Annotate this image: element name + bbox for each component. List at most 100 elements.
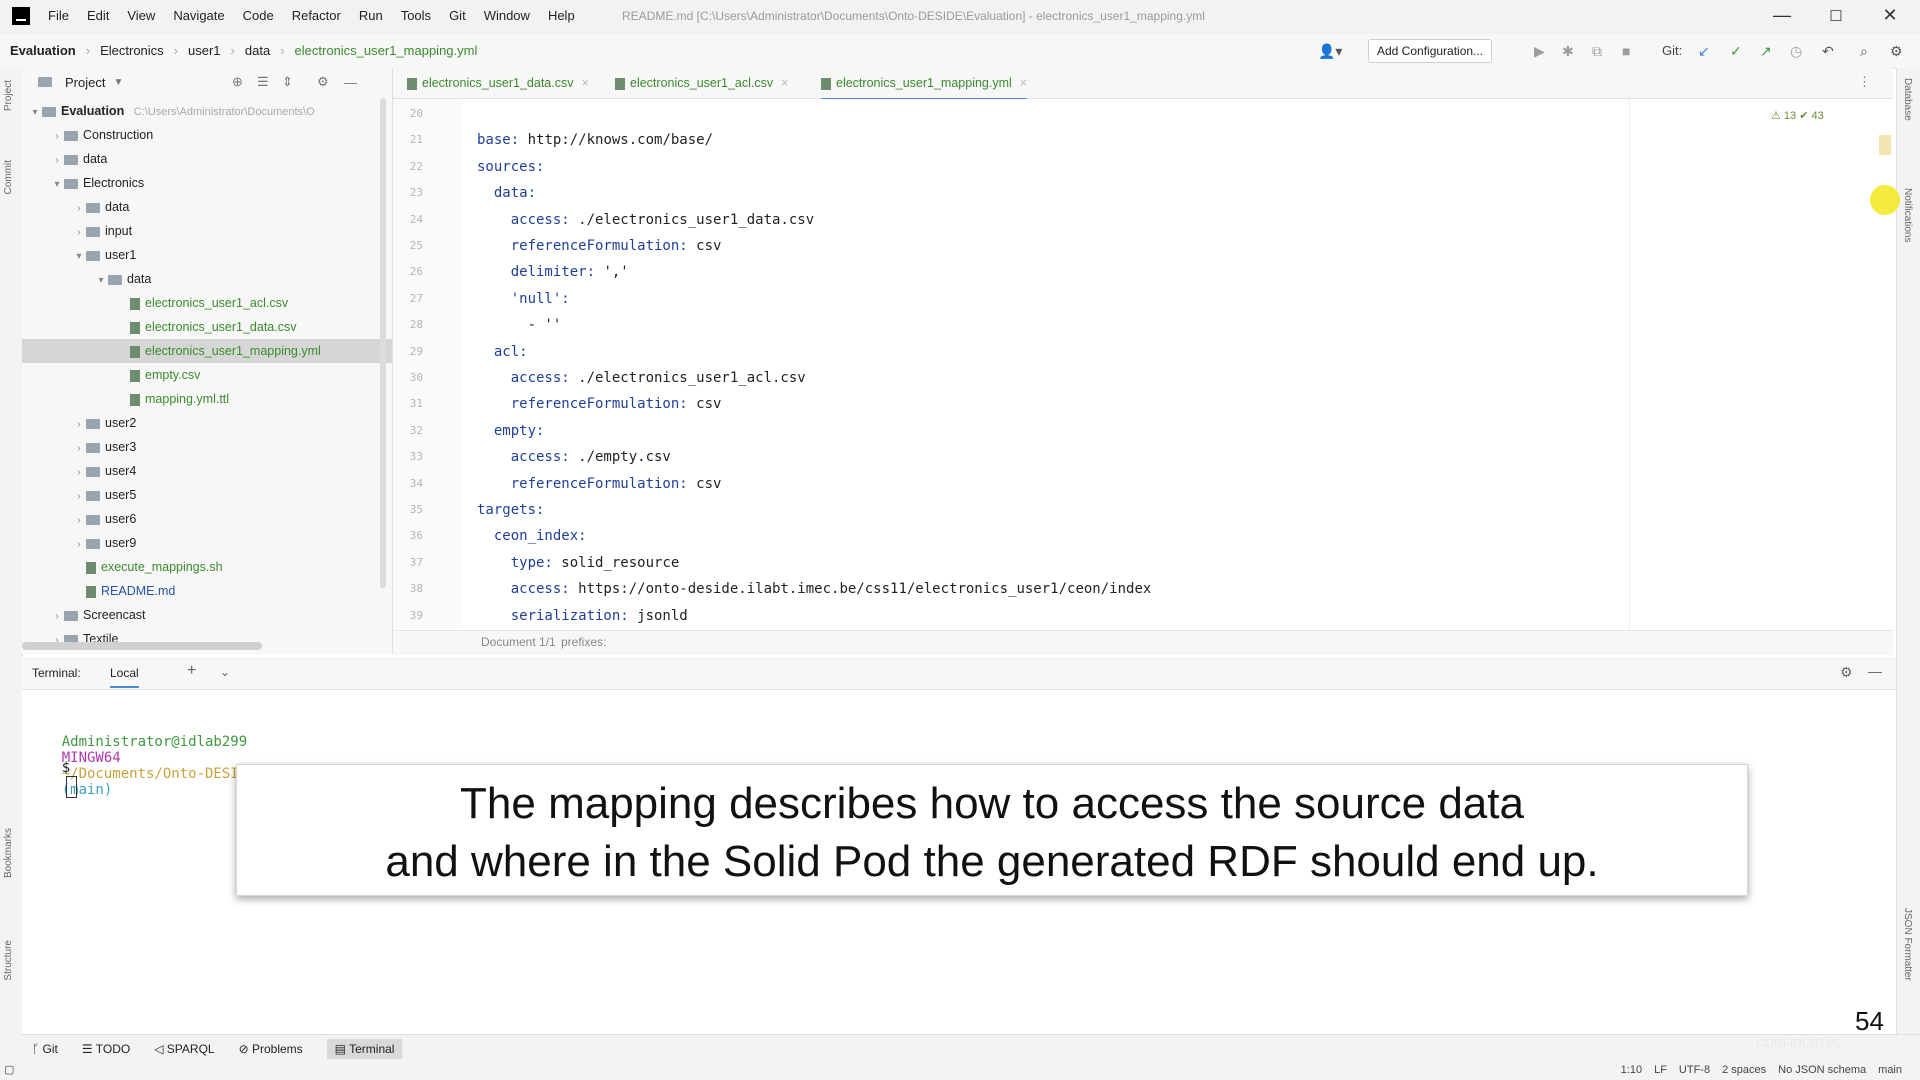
code-line[interactable]: serialization: jsonld xyxy=(477,603,688,629)
status-item[interactable]: No JSON schema xyxy=(1778,1064,1866,1076)
tree-file[interactable]: electronics_user1_acl.csv xyxy=(22,291,392,315)
expand-arrow-icon[interactable]: › xyxy=(72,437,86,461)
search-icon[interactable]: ⌕ xyxy=(1860,43,1868,60)
expand-arrow-icon[interactable]: › xyxy=(50,125,64,149)
settings-icon[interactable]: ⚙ xyxy=(1890,43,1903,60)
menu-item-git[interactable]: Git xyxy=(449,8,466,23)
code-line[interactable]: - '' xyxy=(477,312,562,338)
expand-arrow-icon[interactable]: ▾ xyxy=(94,269,108,293)
vertical-scrollbar[interactable] xyxy=(380,98,386,588)
code-line[interactable]: ceon_index: xyxy=(477,523,587,549)
stop-icon[interactable]: ■ xyxy=(1622,43,1630,59)
history-icon[interactable]: ◷ xyxy=(1790,43,1802,60)
code-line[interactable]: access: ./electronics_user1_acl.csv xyxy=(477,365,806,391)
database-toolwindow-label[interactable]: Database xyxy=(1902,78,1913,121)
expand-arrow-icon[interactable]: › xyxy=(72,413,86,437)
project-toolwindow-label[interactable]: Project xyxy=(3,80,14,111)
tree-file[interactable]: electronics_user1_mapping.yml xyxy=(22,339,392,363)
error-stripe-marker[interactable] xyxy=(1879,135,1891,155)
expand-arrow-icon[interactable]: › xyxy=(72,221,86,245)
gear-icon[interactable]: ⚙ xyxy=(317,74,329,90)
close-tab-icon[interactable]: × xyxy=(781,76,788,90)
maximize-button[interactable]: ☐ xyxy=(1816,7,1856,25)
tree-folder[interactable]: › user6 xyxy=(22,507,392,531)
minimize-button[interactable]: — xyxy=(1762,5,1802,26)
tree-folder[interactable]: › input xyxy=(22,219,392,245)
terminal-toolwindow-button[interactable]: ▤ Terminal xyxy=(326,1039,403,1059)
menu-item-file[interactable]: File xyxy=(48,8,69,23)
tree-folder[interactable]: › user9 xyxy=(22,531,392,557)
tree-file[interactable]: electronics_user1_data.csv xyxy=(22,315,392,339)
locate-icon[interactable]: ⊕ xyxy=(232,74,243,90)
debug-icon[interactable]: ✱ xyxy=(1562,43,1574,60)
menu-item-view[interactable]: View xyxy=(127,8,155,23)
close-tab-icon[interactable]: × xyxy=(581,76,588,90)
breadcrumb-item[interactable]: user1 xyxy=(188,43,221,58)
code-line[interactable]: sources: xyxy=(477,154,544,180)
menu-item-navigate[interactable]: Navigate xyxy=(173,8,224,23)
coverage-icon[interactable]: ⧉ xyxy=(1592,43,1602,60)
status-item[interactable]: UTF-8 xyxy=(1679,1064,1710,1076)
code-line[interactable]: acl: xyxy=(477,339,528,365)
expand-arrow-icon[interactable]: ▾ xyxy=(50,173,64,197)
menu-item-run[interactable]: Run xyxy=(359,8,383,23)
tree-file[interactable]: mapping.yml.ttl xyxy=(22,387,392,411)
add-session-icon[interactable]: + xyxy=(187,662,196,680)
tree-root[interactable]: ▾ Evaluation C:\Users\Administrator\Docum… xyxy=(22,99,392,123)
expand-arrow-icon[interactable]: › xyxy=(72,533,86,557)
menu-item-edit[interactable]: Edit xyxy=(87,8,109,23)
tree-folder[interactable]: › Screencast xyxy=(22,603,392,629)
tab-electronics-user1-mapping-yml[interactable]: electronics_user1_mapping.yml × xyxy=(821,68,1028,101)
structure-toolwindow-label[interactable]: Structure xyxy=(3,940,14,981)
code-line[interactable]: delimiter: ',' xyxy=(477,259,629,285)
problems-toolwindow-button[interactable]: ⊘ Problems xyxy=(239,1042,303,1056)
close-button[interactable]: ✕ xyxy=(1870,5,1910,26)
tree-folder[interactable]: › Construction xyxy=(22,123,392,149)
close-tab-icon[interactable]: × xyxy=(1020,76,1027,90)
code-line[interactable]: access: ./empty.csv xyxy=(477,444,671,470)
prefixes-crumb[interactable]: prefixes: xyxy=(561,635,606,649)
tree-folder[interactable]: › data xyxy=(22,147,392,171)
project-header-label[interactable]: Project xyxy=(65,75,105,90)
bookmarks-toolwindow-label[interactable]: Bookmarks xyxy=(3,828,14,878)
chevron-down-icon[interactable]: ⌄ xyxy=(220,665,230,679)
commit-toolwindow-label[interactable]: Commit xyxy=(3,160,14,194)
breadcrumb-item[interactable]: Evaluation xyxy=(10,43,76,58)
expand-arrow-icon[interactable]: › xyxy=(72,197,86,221)
code-line[interactable]: access: https://onto-deside.ilabt.imec.b… xyxy=(477,576,1152,602)
expand-arrow-icon[interactable]: › xyxy=(72,485,86,509)
git-push-icon[interactable]: ↗ xyxy=(1760,43,1772,60)
hide-panel-icon[interactable]: — xyxy=(1868,663,1882,679)
expand-arrow-icon[interactable]: › xyxy=(72,461,86,485)
tree-folder[interactable]: › user2 xyxy=(22,411,392,437)
code-line[interactable]: data: xyxy=(477,180,536,206)
terminal-input-line[interactable]: $ xyxy=(28,744,77,814)
sparql-toolwindow-button[interactable]: ◁ SPARQL xyxy=(154,1042,214,1056)
expand-arrow-icon[interactable]: › xyxy=(50,605,64,629)
git-update-icon[interactable]: ↙ xyxy=(1698,43,1710,60)
tree-folder[interactable]: ▾ user1 xyxy=(22,243,392,269)
expand-arrow-icon[interactable]: ▾ xyxy=(72,245,86,269)
chevron-down-icon[interactable]: ▼ xyxy=(113,77,123,88)
notifications-toolwindow-label[interactable]: Notifications xyxy=(1902,188,1913,242)
horizontal-scrollbar[interactable] xyxy=(22,642,262,650)
code-line[interactable]: type: solid_resource xyxy=(477,550,680,576)
code-line[interactable]: referenceFormulation: csv xyxy=(477,471,722,497)
breadcrumb-item[interactable]: Electronics xyxy=(100,43,164,58)
terminal-session-tab[interactable]: Local xyxy=(110,666,139,688)
json-formatter-toolwindow-label[interactable]: JSON Formatter xyxy=(1902,908,1913,981)
code-line[interactable]: referenceFormulation: csv xyxy=(477,233,722,259)
code-editor[interactable]: 20 21 base: http://knows.com/base/22 source… xyxy=(393,99,1893,629)
git-commit-icon[interactable]: ✓ xyxy=(1730,43,1742,60)
tree-file[interactable]: execute_mappings.sh xyxy=(22,555,392,579)
menu-item-help[interactable]: Help xyxy=(548,8,575,23)
more-tabs-icon[interactable]: ⋮ xyxy=(1858,74,1871,90)
code-line[interactable]: empty: xyxy=(477,418,545,444)
tree-folder[interactable]: ▾ data xyxy=(22,267,392,293)
user-icon[interactable]: 👤▾ xyxy=(1318,43,1342,60)
todo-toolwindow-button[interactable]: ☰ TODO xyxy=(82,1042,130,1056)
inspection-widget[interactable]: ⚠ 13 ✔ 43 xyxy=(1771,109,1824,122)
git-toolwindow-button[interactable]: ᚴ Git xyxy=(32,1042,58,1056)
add-configuration-button[interactable]: Add Configuration... xyxy=(1368,39,1493,63)
expand-icon[interactable]: ⇕ xyxy=(282,74,293,90)
